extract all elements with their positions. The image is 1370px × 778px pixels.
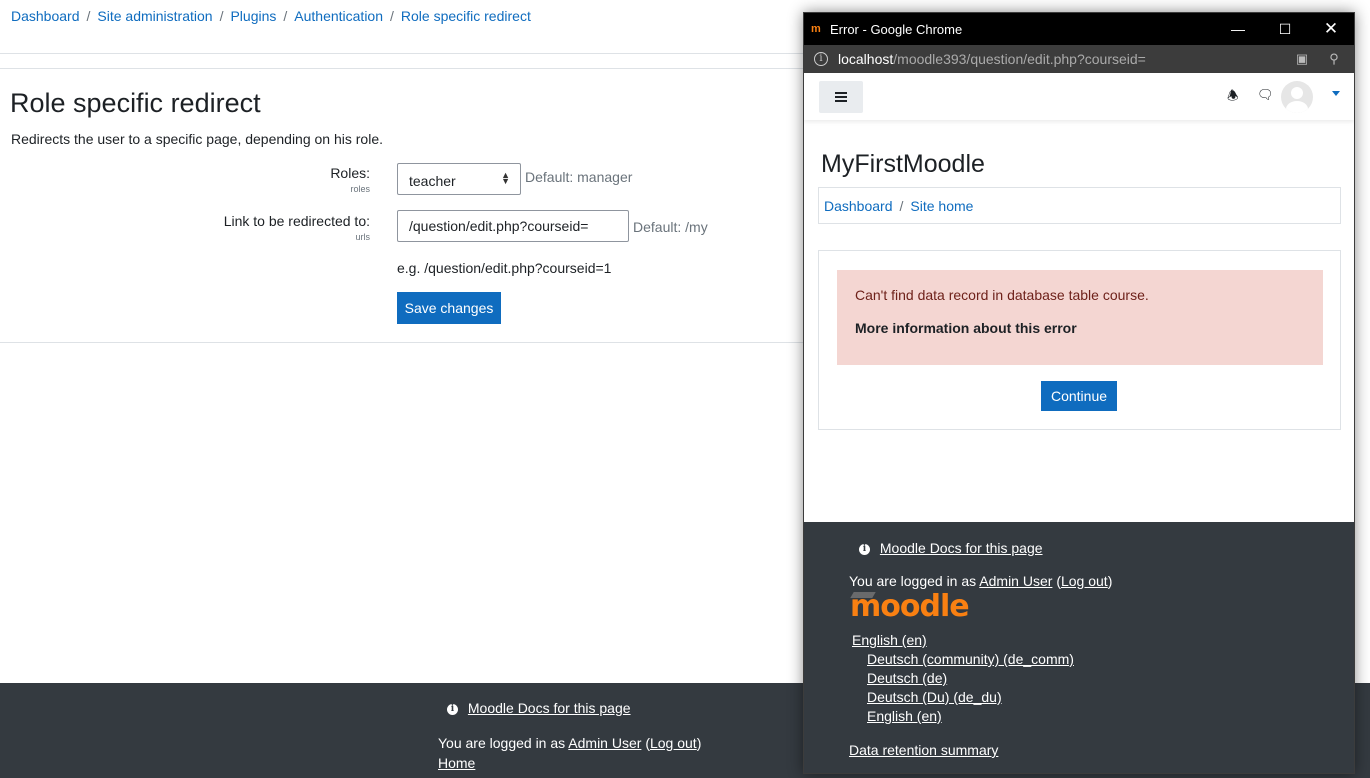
- divider: [0, 68, 805, 69]
- breadcrumb: Dashboard / Site home: [818, 187, 1341, 224]
- error-alert: Can't find data record in database table…: [837, 270, 1323, 365]
- breadcrumb-authentication[interactable]: Authentication: [294, 8, 383, 24]
- moodle-logo-cap-icon: [850, 592, 876, 598]
- logged-in-prefix: You are logged in as: [849, 573, 977, 589]
- roles-select[interactable]: teacher ▲ ▼: [397, 163, 521, 195]
- page-footer: i Moodle Docs for this page You are logg…: [804, 522, 1354, 773]
- info-icon: i: [859, 543, 870, 555]
- paren: ): [1107, 573, 1113, 589]
- breadcrumb-separator: /: [86, 8, 91, 24]
- breadcrumb-separator: /: [390, 8, 394, 24]
- breadcrumb-separator: /: [899, 198, 904, 214]
- breadcrumb-separator: /: [219, 8, 224, 24]
- chevron-down-icon[interactable]: [1332, 91, 1340, 96]
- link-setting-name: urls: [355, 232, 370, 242]
- page-title: Role specific redirect: [10, 88, 261, 118]
- breadcrumb-dashboard[interactable]: Dashboard: [11, 8, 80, 24]
- breadcrumb-dashboard[interactable]: Dashboard: [824, 198, 893, 214]
- zoom-icon[interactable]: ⚲: [1326, 51, 1342, 67]
- logout-link[interactable]: Log out: [1061, 573, 1108, 589]
- close-icon[interactable]: ✕: [1321, 19, 1341, 39]
- breadcrumb-site-home[interactable]: Site home: [910, 198, 973, 214]
- footer-login-info: You are logged in as Admin User (Log out…: [849, 573, 1112, 589]
- site-title: MyFirstMoodle: [821, 150, 985, 178]
- footer-login-info: You are logged in as Admin User (Log out…: [438, 735, 701, 751]
- hamburger-icon: [835, 92, 847, 94]
- footer-docs-row: i Moodle Docs for this page: [447, 700, 631, 716]
- more-info-link[interactable]: More information about this error: [855, 320, 1305, 336]
- footer-docs-row: i Moodle Docs for this page: [859, 540, 1043, 556]
- moodle-docs-link[interactable]: Moodle Docs for this page: [880, 540, 1043, 556]
- breadcrumb-role-specific-redirect[interactable]: Role specific redirect: [401, 8, 531, 24]
- roles-label: Roles:: [330, 165, 370, 181]
- logged-in-prefix: You are logged in as: [438, 735, 566, 751]
- link-default: Default: /my: [633, 219, 708, 235]
- breadcrumb-site-administration[interactable]: Site administration: [97, 8, 212, 24]
- divider: [0, 342, 805, 343]
- user-profile-link[interactable]: Admin User: [979, 573, 1052, 589]
- data-retention-link[interactable]: Data retention summary: [849, 742, 998, 758]
- url-host: localhost: [838, 51, 894, 67]
- divider: [0, 53, 805, 54]
- maximize-icon[interactable]: ☐: [1275, 19, 1295, 39]
- hamburger-menu-button[interactable]: [819, 81, 863, 113]
- language-option[interactable]: Deutsch (community) (de_comm): [867, 651, 1074, 667]
- error-message: Can't find data record in database table…: [855, 287, 1149, 303]
- url-text[interactable]: localhost/moodle393/question/edit.php?co…: [838, 51, 1146, 67]
- link-example: e.g. /question/edit.php?courseid=1: [397, 260, 612, 276]
- logout-link[interactable]: Log out: [650, 735, 697, 751]
- roles-select-value: teacher: [409, 173, 456, 189]
- page-description: Redirects the user to a specific page, d…: [11, 131, 384, 147]
- error-card: Can't find data record in database table…: [818, 250, 1341, 430]
- window-titlebar[interactable]: m Error - Google Chrome — ☐ ✕: [804, 13, 1354, 45]
- minimize-icon[interactable]: —: [1228, 19, 1248, 39]
- redirect-link-input[interactable]: [397, 210, 629, 242]
- language-current[interactable]: English (en): [852, 632, 927, 648]
- chat-icon[interactable]: 🗨: [1257, 87, 1274, 103]
- popup-page: 🕭 🗨 MyFirstMoodle Dashboard / Site home Ca…: [804, 73, 1354, 773]
- breadcrumb-separator: /: [283, 8, 288, 24]
- user-profile-link[interactable]: Admin User: [568, 735, 641, 751]
- moodle-docs-link[interactable]: Moodle Docs for this page: [468, 700, 631, 716]
- roles-default: Default: manager: [525, 169, 633, 185]
- moodle-favicon-icon: m: [811, 23, 821, 35]
- link-label: Link to be redirected to:: [223, 213, 370, 229]
- language-option[interactable]: Deutsch (de): [867, 670, 947, 686]
- navbar: 🕭 🗨: [804, 73, 1354, 120]
- select-caret-icon: ▲ ▼: [501, 170, 510, 186]
- roles-setting-name: roles: [350, 184, 370, 194]
- home-link[interactable]: Home: [438, 755, 475, 771]
- site-info-icon[interactable]: i: [814, 52, 828, 66]
- address-bar[interactable]: i localhost/moodle393/question/edit.php?…: [804, 45, 1354, 73]
- language-option[interactable]: English (en): [867, 708, 942, 724]
- url-path: /moodle393/question/edit.php?courseid=: [893, 51, 1146, 67]
- moodle-logo[interactable]: moodle: [850, 589, 970, 624]
- language-option[interactable]: Deutsch (Du) (de_du): [867, 689, 1002, 705]
- hamburger-icon: [835, 100, 847, 102]
- breadcrumb-plugins[interactable]: Plugins: [230, 8, 276, 24]
- info-icon: i: [447, 703, 458, 715]
- save-changes-button[interactable]: Save changes: [397, 292, 501, 324]
- avatar-head: [1291, 87, 1303, 99]
- avatar[interactable]: [1281, 81, 1313, 113]
- continue-button[interactable]: Continue: [1041, 381, 1117, 411]
- translate-icon[interactable]: ▣: [1294, 51, 1310, 67]
- chrome-popup-window: m Error - Google Chrome — ☐ ✕ i localhos…: [803, 12, 1355, 774]
- breadcrumb: Dashboard / Site administration / Plugins / Au…: [11, 8, 531, 24]
- avatar-body: [1286, 101, 1308, 113]
- paren: ): [696, 735, 702, 751]
- bell-icon[interactable]: 🕭: [1227, 87, 1239, 109]
- window-title: Error - Google Chrome: [830, 22, 963, 37]
- hamburger-icon: [835, 96, 847, 98]
